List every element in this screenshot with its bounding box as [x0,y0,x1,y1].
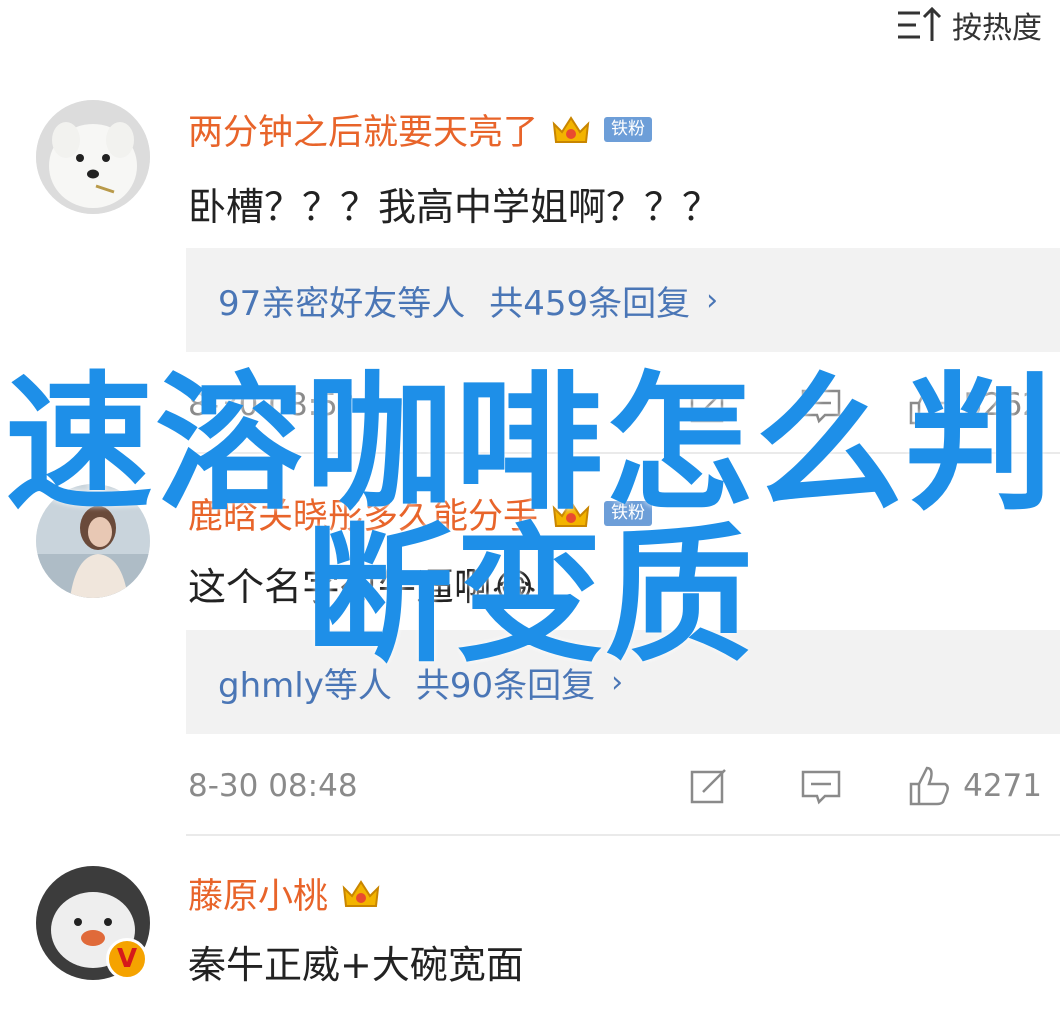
username[interactable]: 鹿晗关晓彤多久能分手 铁粉 [188,488,653,539]
sort-by-hotness-button[interactable]: 按热度 [896,0,1042,50]
comment-text: 这个名字很牛逼啊😂 [188,565,537,609]
reply-names: ghmly等人 [218,665,392,706]
avatar[interactable] [36,484,150,598]
sort-up-icon [898,6,942,41]
woman-avatar-image [36,484,150,598]
share-button[interactable] [687,383,731,427]
divider [186,834,1060,836]
username[interactable]: 两分钟之后就要天亮了 铁粉 [188,104,653,155]
timestamp: 8-30 08:48 [188,768,358,804]
like-count: 5262 [963,387,1042,423]
share-icon [690,388,726,423]
fan-badge: 铁粉 [604,501,653,526]
comment-icon [801,389,841,424]
sort-label: 按热度 [952,11,1042,46]
dog-avatar-image [36,100,150,214]
comment-meta: 8-30 08:5? 5262 [188,380,1042,430]
like-count: 4271 [963,768,1042,804]
username-text: 藤原小桃 [188,877,329,917]
username[interactable]: 藤原小桃 [188,868,382,919]
reply-count: 共459条回复 [489,283,691,324]
reply-button[interactable] [799,764,843,808]
crown-icon [552,499,590,527]
reply-summary[interactable]: ghmly等人 共90条回复 › [186,630,1060,734]
crown-icon [342,879,380,907]
comment-text: 卧槽？？？我高中学姐啊？？？ [188,185,721,229]
username-text: 两分钟之后就要天亮了 [188,113,539,153]
share-button[interactable] [687,764,731,808]
comment-icon [801,770,841,805]
crown-icon [552,115,590,143]
chevron-right-icon: › [611,664,624,700]
reply-names: 97亲密好友等人 [218,283,466,324]
timestamp: 8-30 08:5? [188,387,355,423]
comment-text: 秦牛正威+大碗宽面 [188,943,524,987]
like-button[interactable]: 5262 [907,383,1042,427]
divider [186,452,1060,454]
verified-badge: V [106,938,148,980]
thumbs-up-icon [909,766,949,806]
avatar[interactable] [36,100,150,214]
chevron-right-icon: › [706,282,719,318]
share-icon [690,769,726,804]
reply-summary[interactable]: 97亲密好友等人 共459条回复 › [186,248,1060,352]
like-button[interactable]: 4271 [907,764,1042,808]
reply-count: 共90条回复 [415,665,596,706]
thumbs-up-icon [909,385,949,425]
username-text: 鹿晗关晓彤多久能分手 [188,497,539,537]
reply-button[interactable] [799,383,843,427]
comment-meta: 8-30 08:48 4271 [188,761,1042,811]
fan-badge: 铁粉 [604,117,653,142]
